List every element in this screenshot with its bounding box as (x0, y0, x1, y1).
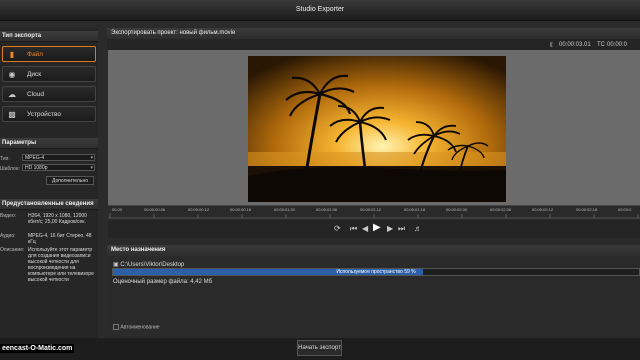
video-preview (248, 56, 506, 202)
used-space-bar: Используемое пространство 59 % (112, 268, 640, 276)
sunset-image (248, 56, 506, 202)
timecode-bar: |[ 00:00:03.01 TC 00:00:0 (107, 39, 640, 50)
nav-disc-label: Диск (27, 71, 42, 78)
type-select[interactable]: MPEG-4 ▾ (22, 154, 95, 161)
template-label: Шаблон: (0, 166, 20, 172)
destination-folder[interactable]: ▣ C:\Users\Viktor\Desktop (113, 261, 184, 268)
tc-label: TC (597, 42, 605, 48)
nav-device-button[interactable]: ▩ Устройство (2, 106, 96, 122)
nav-file-button[interactable]: ▮ Файл (2, 46, 96, 62)
ruler-tick: 00:00:02.12 (532, 207, 554, 212)
nav-cloud-button[interactable]: ☁ Cloud (2, 86, 96, 102)
chevron-down-icon: ▾ (90, 165, 93, 171)
ruler-tick: 00:00:01.00 (274, 207, 296, 212)
nav-device-label: Устройство (27, 111, 62, 118)
nav-file-label: Файл (27, 51, 43, 58)
file-icon: ▮ (9, 50, 15, 59)
ruler-tick: 00.00 (112, 207, 123, 212)
timeline-ruler[interactable]: 00.00 00:00:00.06 00:00:00.12 00:00:00.1… (108, 205, 640, 220)
project-header: Экспортировать проект: новый фильм.movie (107, 28, 640, 39)
step-back-icon[interactable]: ◀ (362, 224, 368, 233)
chevron-down-icon: ▾ (90, 155, 93, 161)
window-titlebar: Studio Exporter (0, 0, 640, 21)
go-start-icon[interactable]: ⏮ (350, 224, 357, 234)
ruler-tick: 00:00:00.18 (230, 207, 252, 212)
template-select[interactable]: HD 1080p ▾ (22, 164, 95, 171)
ruler-tick: 00:00:01.06 (316, 207, 338, 212)
export-type-header: Тип экспорта (0, 31, 98, 42)
ruler-tick: 00:00:01.18 (404, 207, 426, 212)
watermark: eencast-O-Matic.com (0, 344, 75, 353)
timecode-icon: |[ (550, 42, 553, 48)
timecode-display: 00:00:03.01 (559, 42, 591, 48)
audio-label: Аудио: (0, 233, 16, 239)
loop-icon[interactable]: ⟳ (334, 224, 341, 233)
video-label: Видео: (0, 213, 16, 219)
tc-value: 00:00:0 (607, 42, 628, 48)
window-title: Studio Exporter (295, 6, 345, 13)
autoname-checkbox[interactable]: Автоименование (113, 324, 160, 330)
ruler-scale (108, 213, 640, 219)
start-export-button[interactable]: Начать экспорт (297, 340, 342, 356)
desc-label: Описание: (0, 247, 25, 253)
device-icon: ▩ (8, 110, 16, 119)
volume-icon[interactable]: ♬ (414, 224, 422, 233)
ruler-tick: 00:00:00.06 (144, 207, 166, 212)
more-button[interactable]: Дополнительно (46, 176, 94, 185)
estimated-size: Оценочный размер файла: 4,42 Мб (113, 279, 213, 285)
cloud-icon: ☁ (8, 90, 16, 99)
step-forward-icon[interactable]: ▶ (387, 224, 393, 233)
desc-value: Используйте этот параметр для создания в… (28, 247, 94, 283)
go-end-icon[interactable]: ⏭ (398, 224, 405, 234)
ruler-tick: 00:00:02.18 (576, 207, 598, 212)
play-icon[interactable]: ▶ (373, 222, 381, 233)
type-value: MPEG-4 (25, 155, 45, 161)
ruler-tick: 00:00:01.12 (360, 207, 382, 212)
params-header: Параметры (0, 138, 98, 149)
used-space-text: Используемое пространство 59 % (336, 269, 416, 275)
nav-cloud-label: Cloud (27, 91, 44, 98)
checkbox-icon (113, 324, 119, 330)
disc-icon: ◉ (8, 70, 16, 79)
ruler-tick: 00:00:02.00 (446, 207, 468, 212)
preset-header: Предустановленные сведения (0, 199, 98, 210)
transport-controls: ⟳ ⏮ ◀ ▶ ▶ ⏭ ♬ (108, 220, 640, 238)
video-value: H264, 1920 x 1080, 12000 кбит/с; 25,00 К… (28, 213, 87, 225)
autoname-label: Автоименование (120, 324, 160, 331)
nav-disc-button[interactable]: ◉ Диск (2, 66, 96, 82)
ruler-tick: 00:00:02.06 (490, 207, 512, 212)
ruler-tick: 00:00:00.12 (188, 207, 210, 212)
template-value: HD 1080p (25, 165, 48, 171)
type-label: Тип: (0, 156, 10, 162)
audio-value: MPEG-4, 16 бит Стерео, 48 кГц (28, 233, 92, 245)
destination-header: Место назначения (107, 245, 640, 256)
ruler-tick: 00:00:0 (618, 207, 632, 212)
